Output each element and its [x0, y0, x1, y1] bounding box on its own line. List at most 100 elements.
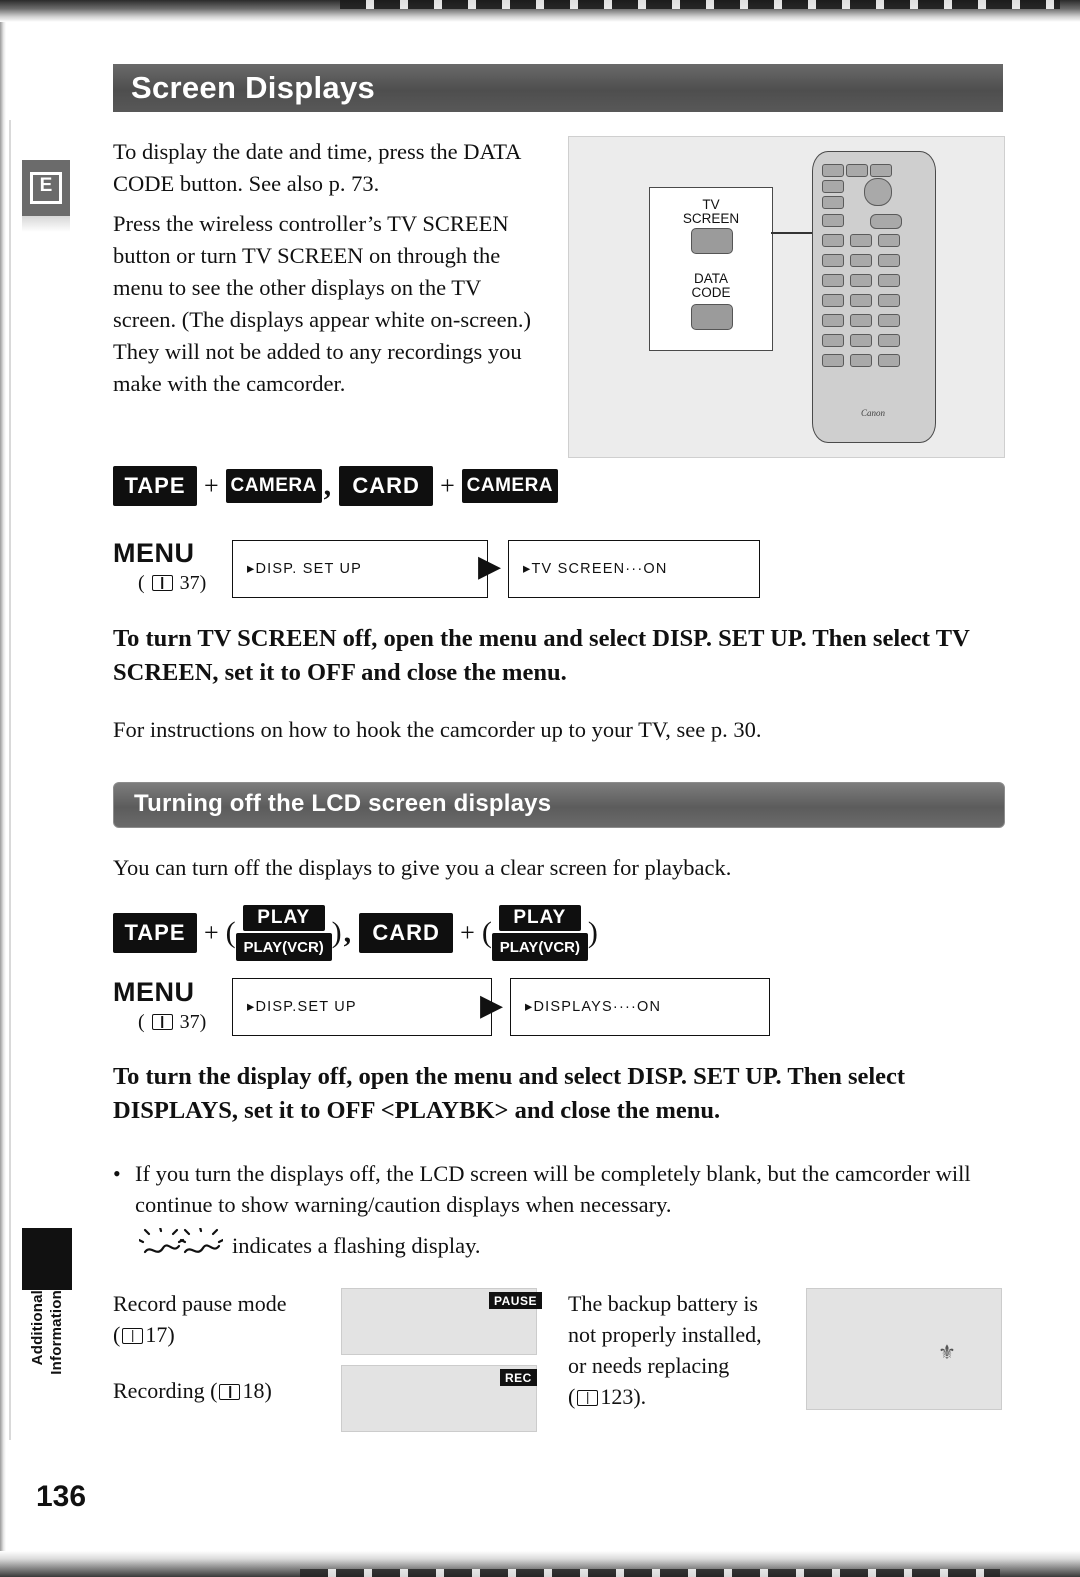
- example-2-ref-page: 18): [242, 1378, 272, 1403]
- badge-playvcr-2: PLAY(VCR): [491, 933, 588, 961]
- margin-rule: [9, 120, 11, 1440]
- badge-camera-2: CAMERA: [461, 469, 558, 503]
- menu-ref-page-2: 37): [179, 1011, 207, 1033]
- badge-camera-1: CAMERA: [225, 469, 322, 503]
- chapter-tab-letter: E: [30, 172, 62, 204]
- intro-paragraph-1: To display the date and time, press the …: [113, 139, 521, 196]
- example-1-ref-open: (: [113, 1322, 121, 1347]
- book-icon-2: [151, 1014, 173, 1030]
- section2-mode-badges: TAPE + ( PLAY PLAY(VCR) ) , CARD + ( PLA…: [113, 905, 598, 961]
- callout-tv-line2: SCREEN: [682, 211, 740, 226]
- callout-data-code-label: DATA CODE: [650, 272, 772, 300]
- chapter-tab-shadow: [22, 216, 70, 232]
- example-2-line1: Recording (: [113, 1378, 218, 1403]
- backup-battery-icon: ⚜: [938, 1342, 956, 1364]
- remote-controller-illustration: TV SCREEN DATA CODE Canon: [568, 136, 1005, 458]
- scan-edge-left: [0, 22, 6, 1552]
- section1-menu-field-2: ▸TV SCREEN···ON: [508, 540, 760, 598]
- paren-open-1: (: [225, 916, 236, 949]
- example-2-tag: REC: [500, 1369, 537, 1386]
- example-1-tag: PAUSE: [489, 1292, 542, 1309]
- example-3-ref-page: 123).: [600, 1384, 647, 1409]
- menu-ref-open-2: (: [138, 1011, 145, 1033]
- callout-tv-line1: TV: [702, 197, 720, 212]
- page-title: Screen Displays: [131, 70, 376, 105]
- section2-heading: Turning off the LCD screen displays: [134, 790, 552, 817]
- section1-menu-field-1: ▸DISP. SET UP: [232, 540, 488, 598]
- page-number: 136: [36, 1480, 87, 1513]
- section2-bullet-item: • If you turn the displays off, the LCD …: [113, 1158, 1015, 1220]
- book-icon-4: [219, 1384, 241, 1400]
- example-1-label: Record pause mode (17): [113, 1288, 333, 1350]
- paren-open-2: (: [481, 916, 492, 949]
- section2-menu-ref: ( 37): [138, 1011, 206, 1034]
- section1-bold-instruction: To turn TV SCREEN off, open the menu and…: [113, 625, 970, 686]
- example-3-line2: not properly installed,: [568, 1322, 762, 1347]
- book-icon-5: [577, 1390, 599, 1406]
- section2-intro: You can turn off the displays to give yo…: [113, 855, 732, 880]
- section1-menu-label: MENU: [113, 538, 195, 568]
- callout-tv-screen-label: TV SCREEN: [650, 198, 772, 226]
- section2-menu-label: MENU: [113, 977, 195, 1007]
- section2-bold-instruction: To turn the display off, open the menu a…: [113, 1063, 906, 1124]
- example-1-ref-page: 17): [145, 1322, 175, 1347]
- menu-ref-page-1: 37): [179, 572, 207, 594]
- menu-ref-open-1: (: [138, 572, 145, 594]
- section2-bullet-text: If you turn the displays off, the LCD sc…: [135, 1161, 971, 1217]
- section1-menu-ref: ( 37): [138, 572, 206, 595]
- page-title-bar: Screen Displays: [113, 64, 1003, 112]
- section1-footnote: For instructions on how to hook the camc…: [113, 717, 762, 742]
- mode-plus-1: +: [204, 471, 219, 500]
- example-3-screen: [806, 1288, 1002, 1410]
- intro-paragraph-2: Press the wireless controller’s TV SCREE…: [113, 211, 531, 396]
- example-3-label: The backup battery is not properly insta…: [568, 1288, 798, 1412]
- flashing-display-note: indicates a flashing display.: [232, 1233, 481, 1258]
- mode-plus-2: +: [440, 471, 455, 500]
- example-3-line3: or needs replacing: [568, 1353, 730, 1378]
- section2-menu-field-1: ▸DISP.SET UP: [232, 978, 492, 1036]
- callout-data-code-button-icon: [691, 304, 733, 330]
- section2-heading-bar: Turning off the LCD screen displays: [113, 782, 1005, 828]
- badge-tape-2: TAPE: [113, 913, 197, 953]
- badge-playvcr-1: PLAY(VCR): [235, 933, 332, 961]
- remote-brand-label: Canon: [860, 408, 885, 418]
- sidebar-label-line2: Information: [48, 1290, 65, 1375]
- scan-edge-top-dashes: [340, 0, 1060, 9]
- example-1-line1: Record pause mode: [113, 1291, 287, 1316]
- sidebar-label-line1: Additional: [29, 1290, 46, 1366]
- book-icon-1: [151, 575, 173, 591]
- example-2-label: Recording ( 18): [113, 1375, 343, 1406]
- bullet-dot-icon: •: [113, 1161, 121, 1186]
- play-stack-2: PLAY PLAY(VCR): [491, 905, 588, 961]
- mode-comma-1: ,: [323, 469, 332, 502]
- play-stack-1: PLAY PLAY(VCR): [235, 905, 332, 961]
- section1-menu-arrow: ▶: [478, 550, 502, 583]
- callout-data-line1: DATA: [693, 271, 728, 286]
- badge-card: CARD: [339, 466, 434, 506]
- sidebar-section-label: Additional Information: [22, 1290, 72, 1455]
- mode-plus-4: +: [460, 918, 475, 947]
- section2-menu-arrow: ▶: [480, 989, 504, 1022]
- remote-buttons-group: Canon: [820, 162, 926, 424]
- scan-edge-bottom-dashes: [300, 1569, 1000, 1577]
- badge-play-2: PLAY: [498, 905, 581, 931]
- badge-tape: TAPE: [113, 466, 197, 506]
- badge-card-2: CARD: [359, 913, 454, 953]
- example-3-line1: The backup battery is: [568, 1291, 758, 1316]
- section1-mode-badges: TAPE + CAMERA , CARD + CAMERA: [113, 466, 558, 506]
- paren-close-2: ): [587, 916, 598, 949]
- mode-comma-2: ,: [343, 916, 352, 949]
- section2-menu-field-2: ▸DISPLAYS····ON: [510, 978, 770, 1036]
- example-3-ref-open: (: [568, 1384, 576, 1409]
- remote-body-graphic: Canon: [812, 151, 936, 443]
- callout-tv-screen-button-icon: [691, 228, 733, 254]
- callout-data-line2: CODE: [691, 285, 731, 300]
- flashing-display-icon: [139, 1228, 223, 1254]
- mode-plus-3: +: [204, 918, 219, 947]
- book-icon-3: [122, 1328, 144, 1344]
- paren-close-1: ): [331, 916, 342, 949]
- chapter-tab-e: E: [22, 160, 70, 216]
- sidebar-block: [22, 1228, 72, 1290]
- badge-play-1: PLAY: [242, 905, 325, 931]
- remote-callout-box: TV SCREEN DATA CODE: [649, 187, 773, 351]
